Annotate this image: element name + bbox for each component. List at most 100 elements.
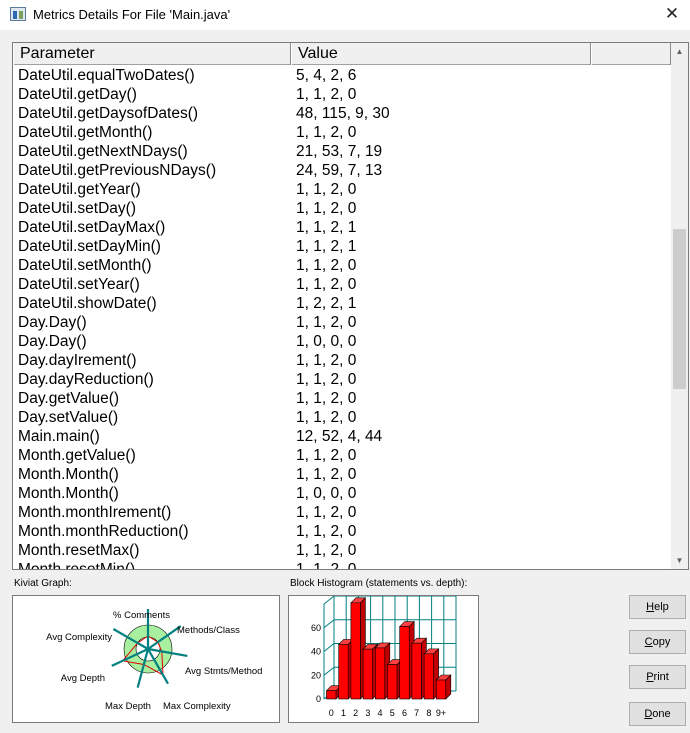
- table-row[interactable]: DateUtil.setDayMax() 1, 1, 2, 1: [13, 218, 671, 237]
- table-row[interactable]: Month.Month() 1, 0, 0, 0: [13, 484, 671, 503]
- value-cell: 1, 1, 2, 0: [296, 409, 357, 426]
- value-cell: 1, 1, 2, 0: [296, 447, 357, 464]
- value-cell: 1, 1, 2, 0: [296, 466, 357, 483]
- metrics-list[interactable]: Parameter Value DateUtil.equalTwoDates()…: [12, 42, 689, 570]
- table-row[interactable]: DateUtil.getPreviousNDays() 24, 59, 7, 13: [13, 161, 671, 180]
- value-cell: 1, 1, 2, 0: [296, 561, 357, 570]
- table-row[interactable]: DateUtil.equalTwoDates() 5, 4, 2, 6: [13, 66, 671, 85]
- parameter-cell: Month.resetMin(): [18, 561, 136, 570]
- kiviat-svg: % Comments Methods/Class Avg Stmts/Method M…: [46, 609, 262, 712]
- column-header-empty: [591, 43, 671, 65]
- histogram-gridline: [323, 643, 335, 652]
- scroll-up-icon[interactable]: ▲: [671, 43, 688, 60]
- value-cell: 1, 1, 2, 0: [296, 390, 357, 407]
- table-row[interactable]: DateUtil.setMonth() 1, 1, 2, 0: [13, 256, 671, 275]
- table-row[interactable]: Month.monthReduction() 1, 1, 2, 0: [13, 522, 671, 541]
- histogram-bar: [326, 690, 337, 700]
- value-cell: 1, 1, 2, 0: [296, 276, 357, 293]
- histogram-bar: [387, 664, 398, 700]
- parameter-cell: DateUtil.setDay(): [18, 200, 136, 217]
- scrollbar-thumb[interactable]: [673, 229, 686, 389]
- block-histogram: 0 20 40 60 0 1 2 3 4 5 6 7 8 9+: [288, 595, 479, 723]
- histogram-label: Block Histogram (statements vs. depth):: [290, 578, 468, 589]
- table-row[interactable]: Day.dayIrement() 1, 1, 2, 0: [13, 351, 671, 370]
- value-cell: 1, 0, 0, 0: [296, 333, 357, 350]
- table-row[interactable]: DateUtil.getDay() 1, 1, 2, 0: [13, 85, 671, 104]
- parameter-cell: Day.dayReduction(): [18, 371, 154, 388]
- table-row[interactable]: DateUtil.setDayMin() 1, 1, 2, 1: [13, 237, 671, 256]
- parameter-cell: Day.Day(): [18, 333, 87, 350]
- help-button[interactable]: Help: [629, 595, 686, 619]
- table-row[interactable]: Main.main() 12, 52, 4, 44: [13, 427, 671, 446]
- value-cell: 1, 1, 2, 0: [296, 542, 357, 559]
- window-title: Metrics Details For File 'Main.java': [33, 7, 231, 22]
- table-row[interactable]: Month.resetMin() 1, 1, 2, 0: [13, 560, 671, 570]
- table-row[interactable]: Day.Day() 1, 0, 0, 0: [13, 332, 671, 351]
- value-cell: 1, 1, 2, 0: [296, 314, 357, 331]
- value-cell: 1, 1, 2, 0: [296, 257, 357, 274]
- parameter-cell: Day.getValue(): [18, 390, 120, 407]
- histogram-y-tick: 20: [311, 670, 321, 680]
- table-row[interactable]: DateUtil.getMonth() 1, 1, 2, 0: [13, 123, 671, 142]
- value-cell: 1, 1, 2, 0: [296, 523, 357, 540]
- parameter-cell: DateUtil.getDay(): [18, 86, 137, 103]
- table-row[interactable]: DateUtil.getDaysofDates() 48, 115, 9, 30: [13, 104, 671, 123]
- value-cell: 1, 1, 2, 0: [296, 124, 357, 141]
- parameter-cell: Month.monthReduction(): [18, 523, 189, 540]
- histogram-x-tick: 7: [414, 708, 419, 718]
- table-row[interactable]: DateUtil.showDate() 1, 2, 2, 1: [13, 294, 671, 313]
- list-header: Parameter Value: [13, 43, 688, 65]
- table-row[interactable]: Month.monthIrement() 1, 1, 2, 0: [13, 503, 671, 522]
- parameter-cell: DateUtil.setDayMax(): [18, 219, 166, 236]
- value-cell: 1, 1, 2, 0: [296, 86, 357, 103]
- table-row[interactable]: Month.Month() 1, 1, 2, 0: [13, 465, 671, 484]
- table-row[interactable]: DateUtil.getNextNDays() 21, 53, 7, 19: [13, 142, 671, 161]
- histogram-y-tick: 40: [311, 647, 321, 657]
- column-header-parameter[interactable]: Parameter: [13, 43, 291, 65]
- parameter-cell: DateUtil.getYear(): [18, 181, 141, 198]
- table-row[interactable]: Day.setValue() 1, 1, 2, 0: [13, 408, 671, 427]
- kiviat-graph: % Comments Methods/Class Avg Stmts/Method M…: [12, 595, 280, 723]
- histogram-y-tick: 60: [311, 623, 321, 633]
- histogram-x-tick: 5: [390, 708, 395, 718]
- value-cell: 48, 115, 9, 30: [296, 105, 390, 122]
- value-cell: 5, 4, 2, 6: [296, 67, 357, 84]
- kiviat-axis-label: Avg Complexity: [46, 632, 112, 643]
- table-row[interactable]: DateUtil.getYear() 1, 1, 2, 0: [13, 180, 671, 199]
- parameter-cell: Month.getValue(): [18, 447, 136, 464]
- value-cell: 1, 1, 2, 1: [296, 219, 357, 236]
- histogram-y-tick: 0: [316, 694, 321, 704]
- kiviat-axis-label: Max Complexity: [163, 701, 231, 712]
- table-row[interactable]: DateUtil.setDay() 1, 1, 2, 0: [13, 199, 671, 218]
- print-button[interactable]: Print: [629, 665, 686, 689]
- histogram-bar: [338, 644, 349, 700]
- parameter-cell: Day.Day(): [18, 314, 87, 331]
- scroll-down-icon[interactable]: ▼: [671, 552, 688, 569]
- table-row[interactable]: Day.Day() 1, 1, 2, 0: [13, 313, 671, 332]
- close-button[interactable]: ✕: [654, 0, 690, 30]
- value-cell: 1, 1, 2, 0: [296, 504, 357, 521]
- table-row[interactable]: Day.getValue() 1, 1, 2, 0: [13, 389, 671, 408]
- value-cell: 12, 52, 4, 44: [296, 428, 383, 445]
- histogram-svg: 02040600 1 2 3 4 5 6 7 8 9+: [311, 595, 457, 718]
- parameter-cell: DateUtil.getPreviousNDays(): [18, 162, 217, 179]
- column-header-value[interactable]: Value: [291, 43, 591, 65]
- parameter-cell: DateUtil.setMonth(): [18, 257, 152, 274]
- histogram-bar: [350, 602, 361, 700]
- app-icon: [10, 7, 26, 21]
- copy-button[interactable]: Copy: [629, 630, 686, 654]
- histogram-x-tick: 1: [341, 708, 346, 718]
- value-cell: 1, 1, 2, 0: [296, 181, 357, 198]
- list-rows: DateUtil.equalTwoDates() 5, 4, 2, 6 DateUt…: [13, 66, 671, 570]
- table-row[interactable]: DateUtil.setYear() 1, 1, 2, 0: [13, 275, 671, 294]
- table-row[interactable]: Month.resetMax() 1, 1, 2, 0: [13, 541, 671, 560]
- histogram-gridline: [323, 595, 335, 605]
- parameter-cell: DateUtil.showDate(): [18, 295, 157, 312]
- value-cell: 1, 1, 2, 1: [296, 238, 357, 255]
- histogram-x-tick: 6: [402, 708, 407, 718]
- vertical-scrollbar[interactable]: ▲ ▼: [671, 43, 688, 569]
- done-button[interactable]: Done: [629, 702, 686, 726]
- value-cell: 24, 59, 7, 13: [296, 162, 383, 179]
- table-row[interactable]: Day.dayReduction() 1, 1, 2, 0: [13, 370, 671, 389]
- table-row[interactable]: Month.getValue() 1, 1, 2, 0: [13, 446, 671, 465]
